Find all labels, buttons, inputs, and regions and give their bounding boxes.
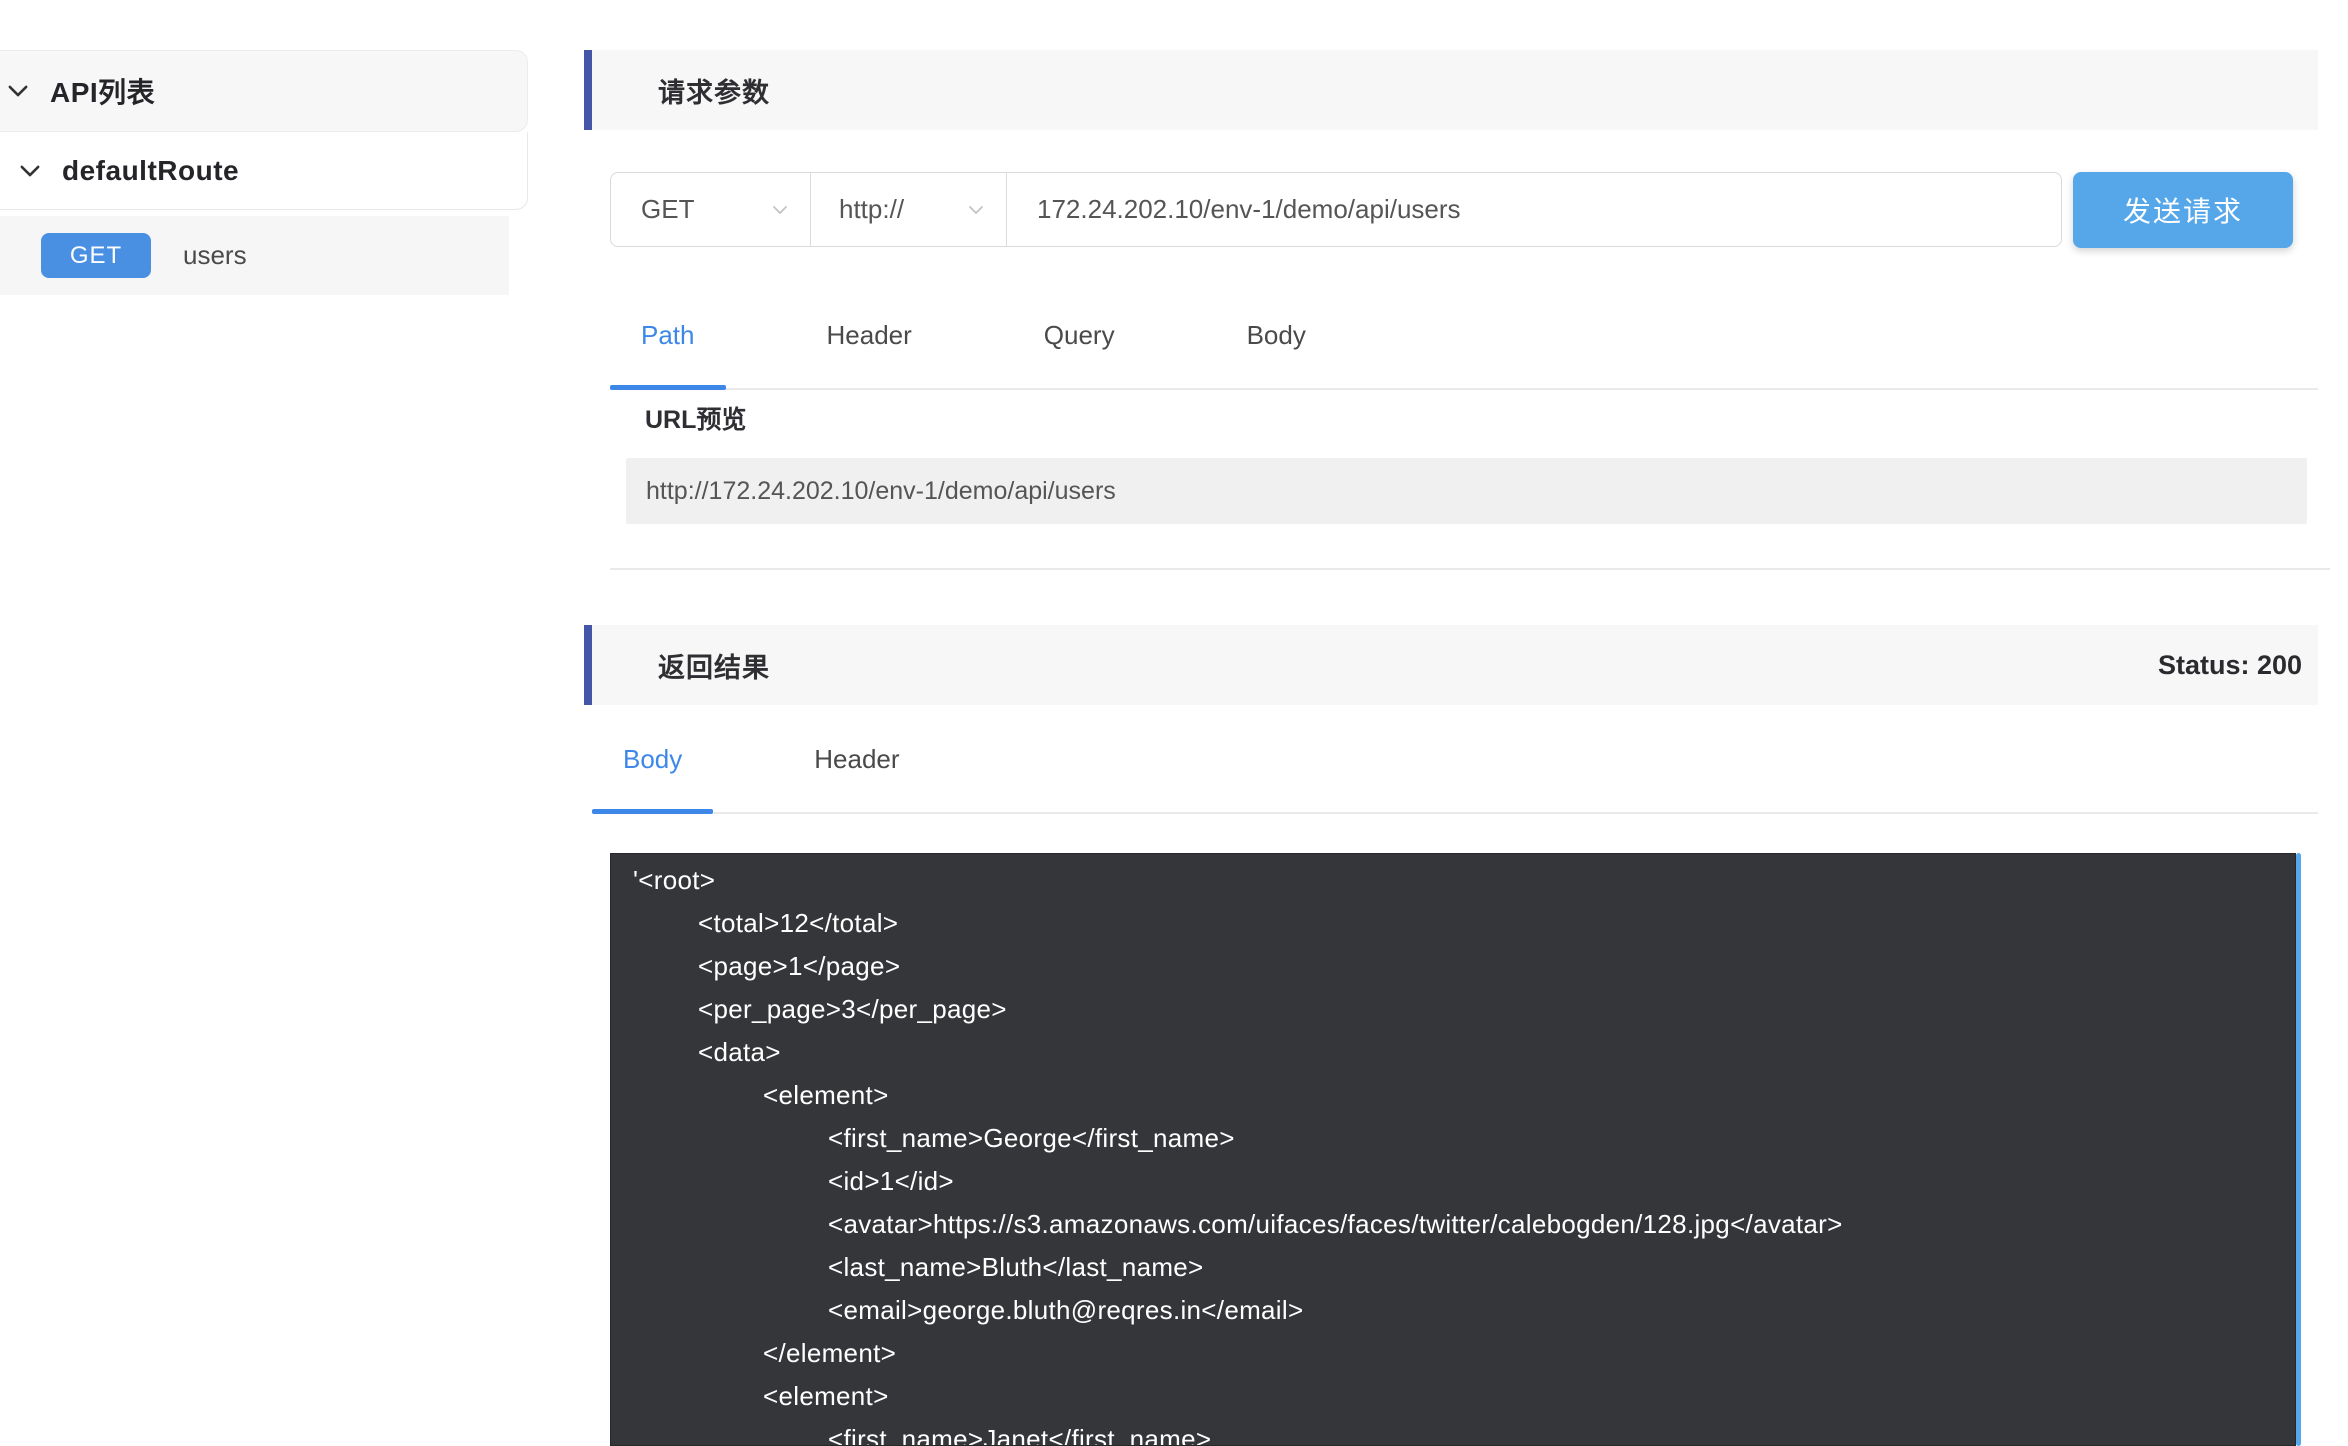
sidebar-group-default-route[interactable]: defaultRoute xyxy=(0,132,528,210)
response-header: 返回结果 Status: 200 xyxy=(584,625,2318,705)
url-input-value: 172.24.202.10/env-1/demo/api/users xyxy=(1037,194,1461,225)
method-select[interactable]: GET xyxy=(611,173,811,246)
status-badge: Status: 200 xyxy=(2158,650,2302,681)
protocol-select-value: http:// xyxy=(839,194,904,225)
sidebar-section-title: API列表 xyxy=(50,71,155,111)
url-input[interactable]: 172.24.202.10/env-1/demo/api/users xyxy=(1007,173,2061,246)
request-tabs: Path Header Query Body xyxy=(610,282,2318,390)
protocol-select[interactable]: http:// xyxy=(811,173,1007,246)
code-line: <id>1</id> xyxy=(633,1160,2285,1203)
code-line: <email>george.bluth@reqres.in</email> xyxy=(633,1289,2285,1332)
chevron-down-icon[interactable] xyxy=(4,77,32,105)
method-select-value: GET xyxy=(641,194,694,225)
chevron-down-icon xyxy=(964,198,988,222)
tab-response-header[interactable]: Header xyxy=(783,706,930,812)
code-line: <avatar>https://s3.amazonaws.com/uifaces… xyxy=(633,1203,2285,1246)
code-line: <per_page>3</per_page> xyxy=(633,988,2285,1031)
request-url-group: GET http:// 172.24.202.10/env-1/demo/api… xyxy=(610,172,2062,247)
code-line: <element> xyxy=(633,1074,2285,1117)
code-line: <element> xyxy=(633,1375,2285,1418)
url-preview-value: http://172.24.202.10/env-1/demo/api/user… xyxy=(646,477,1116,506)
url-preview-box: http://172.24.202.10/env-1/demo/api/user… xyxy=(626,458,2307,524)
api-item-name: users xyxy=(183,240,247,271)
response-tabs: Body Header xyxy=(592,706,2318,814)
tab-response-body[interactable]: Body xyxy=(592,706,713,812)
chevron-down-icon xyxy=(768,198,792,222)
code-line: <page>1</page> xyxy=(633,945,2285,988)
request-params-title: 请求参数 xyxy=(658,71,770,110)
tab-path[interactable]: Path xyxy=(610,282,726,388)
tab-query[interactable]: Query xyxy=(1013,282,1146,388)
code-line: <last_name>Bluth</last_name> xyxy=(633,1246,2285,1289)
code-line: <total>12</total> xyxy=(633,902,2285,945)
scrollbar-thumb[interactable] xyxy=(2296,853,2301,1446)
method-badge: GET xyxy=(41,233,151,278)
response-title: 返回结果 xyxy=(658,646,770,685)
chevron-down-icon[interactable] xyxy=(16,157,44,185)
send-request-button[interactable]: 发送请求 xyxy=(2073,172,2293,248)
section-divider xyxy=(610,568,2330,570)
url-preview-label: URL预览 xyxy=(645,400,746,436)
sidebar-group-title: defaultRoute xyxy=(62,155,239,187)
sidebar-section-api-list[interactable]: API列表 xyxy=(0,50,528,132)
request-params-header: 请求参数 xyxy=(584,50,2318,130)
code-line: <data> xyxy=(633,1031,2285,1074)
sidebar-item-users[interactable]: GET users xyxy=(0,216,509,295)
code-line: '<root> xyxy=(633,859,2285,902)
response-body-code[interactable]: '<root><total>12</total><page>1</page><p… xyxy=(610,853,2296,1446)
tab-header[interactable]: Header xyxy=(796,282,943,388)
code-line: </element> xyxy=(633,1332,2285,1375)
code-line: <first_name>George</first_name> xyxy=(633,1117,2285,1160)
tab-body[interactable]: Body xyxy=(1216,282,1337,388)
code-line: <first_name>Janet</first_name> xyxy=(633,1418,2285,1446)
